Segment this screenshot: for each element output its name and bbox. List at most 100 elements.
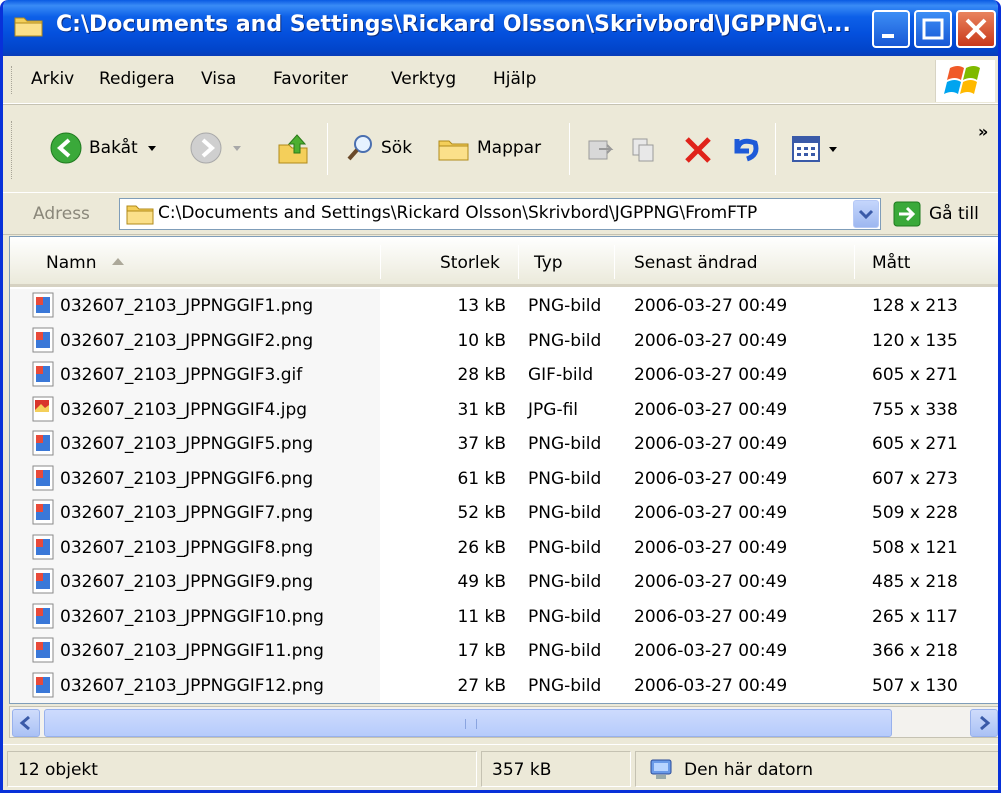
- chevron-left-icon: [19, 715, 30, 731]
- file-size: 61 kB: [457, 468, 506, 489]
- back-label: Bakåt: [89, 138, 138, 158]
- file-type: PNG-bild: [528, 606, 602, 627]
- forward-arrow-icon: [190, 132, 222, 164]
- table-row[interactable]: 032607_2103_JPPNGGIF8.png 26 kB PNG-bild 20…: [10, 531, 998, 565]
- png-file-icon: [32, 465, 54, 491]
- column-header-name[interactable]: Namn: [46, 253, 125, 273]
- address-dropdown-button[interactable]: [853, 200, 879, 228]
- title-bar[interactable]: C:\Documents and Settings\Rickard Olsson…: [3, 0, 998, 56]
- explorer-window: C:\Documents and Settings\Rickard Olsson…: [0, 0, 1001, 793]
- column-header-modified[interactable]: Senast ändrad: [634, 253, 758, 273]
- scroll-thumb[interactable]: [44, 709, 892, 737]
- forward-dropdown-icon[interactable]: [229, 140, 245, 156]
- file-name: 032607_2103_JPPNGGIF6.png: [60, 468, 314, 489]
- table-row[interactable]: 032607_2103_JPPNGGIF12.png 27 kB PNG-bild 2…: [10, 669, 998, 703]
- back-button[interactable]: Bakåt: [49, 131, 160, 165]
- table-row[interactable]: 032607_2103_JPPNGGIF1.png 13 kB PNG-bild 20…: [10, 289, 998, 323]
- file-name: 032607_2103_JPPNGGIF7.png: [60, 503, 314, 523]
- file-dimensions: 507 x 130: [872, 675, 958, 696]
- table-row[interactable]: 032607_2103_JPPNGGIF10.png 11 kB PNG-bild 2…: [10, 600, 998, 634]
- gif-file-icon: [32, 361, 54, 387]
- column-divider[interactable]: [854, 245, 855, 279]
- file-type: PNG-bild: [528, 537, 602, 558]
- file-modified: 2006-03-27 00:49: [634, 399, 788, 420]
- column-header-row: Namn Storlek Typ Senast ändrad Mått: [10, 237, 998, 287]
- table-row[interactable]: 032607_2103_JPPNGGIF11.png 17 kB PNG-bild 2…: [10, 634, 998, 668]
- folders-icon: [438, 140, 469, 161]
- png-file-icon: [32, 672, 54, 698]
- file-modified: 2006-03-27 00:49: [634, 468, 788, 489]
- file-dimensions: 366 x 218: [872, 641, 958, 661]
- folders-label: Mappar: [477, 138, 542, 158]
- address-path: C:\Documents and Settings\Rickard Olsson…: [158, 203, 758, 223]
- png-file-icon: [32, 430, 54, 456]
- menu-grip: [11, 66, 14, 94]
- scroll-right-button[interactable]: [970, 709, 998, 737]
- menu-hjalp[interactable]: Hjälp: [493, 69, 536, 89]
- table-row[interactable]: 032607_2103_JPPNGGIF5.png 37 kB PNG-bild 20…: [10, 427, 998, 461]
- toolbar-overflow-icon[interactable]: »: [978, 122, 988, 141]
- file-type: PNG-bild: [528, 330, 602, 351]
- horizontal-scrollbar[interactable]: [9, 706, 998, 738]
- views-dropdown-icon: [829, 147, 837, 152]
- menu-verktyg[interactable]: Verktyg: [391, 69, 456, 89]
- png-file-icon: [32, 637, 54, 663]
- file-modified: 2006-03-27 00:49: [634, 365, 788, 385]
- toolbar-separator: [569, 123, 570, 175]
- minimize-button[interactable]: [872, 10, 910, 48]
- file-size: 17 kB: [457, 641, 506, 661]
- table-row[interactable]: 032607_2103_JPPNGGIF7.png 52 kB PNG-bild 20…: [10, 496, 998, 530]
- column-divider[interactable]: [614, 245, 615, 279]
- search-button[interactable]: Sök: [345, 133, 412, 163]
- views-button[interactable]: [791, 135, 839, 163]
- column-header-type[interactable]: Typ: [534, 253, 563, 273]
- file-modified: 2006-03-27 00:49: [634, 434, 788, 454]
- png-file-icon: [32, 292, 54, 318]
- maximize-button[interactable]: [914, 10, 952, 48]
- file-size: 10 kB: [457, 330, 506, 351]
- menu-favoriter[interactable]: Favoriter: [273, 69, 348, 89]
- toolbar-separator: [327, 123, 328, 175]
- column-header-dimensions[interactable]: Mått: [872, 253, 910, 273]
- table-row[interactable]: 032607_2103_JPPNGGIF4.jpg 31 kB JPG-fil 200…: [10, 393, 998, 427]
- file-type: PNG-bild: [528, 572, 602, 592]
- go-button[interactable]: Gå till: [893, 201, 979, 227]
- views-icon: [792, 136, 820, 162]
- file-name: 032607_2103_JPPNGGIF3.gif: [60, 365, 303, 385]
- file-type: PNG-bild: [528, 675, 602, 696]
- close-button[interactable]: [956, 10, 996, 48]
- column-header-size[interactable]: Storlek: [440, 253, 500, 273]
- file-name: 032607_2103_JPPNGGIF2.png: [60, 330, 314, 351]
- window-title: C:\Documents and Settings\Rickard Olsson…: [56, 12, 851, 37]
- menu-redigera[interactable]: Redigera: [99, 69, 175, 89]
- table-row[interactable]: 032607_2103_JPPNGGIF9.png 49 kB PNG-bild 20…: [10, 565, 998, 599]
- copy-to-icon[interactable]: [629, 135, 659, 165]
- png-file-icon: [32, 603, 54, 629]
- file-type: JPG-fil: [528, 399, 579, 420]
- file-dimensions: 605 x 271: [872, 434, 958, 454]
- delete-icon[interactable]: [681, 133, 715, 167]
- undo-icon[interactable]: [727, 131, 763, 167]
- menu-arkiv[interactable]: Arkiv: [31, 69, 74, 89]
- menu-visa[interactable]: Visa: [201, 69, 236, 89]
- scroll-left-button[interactable]: [12, 709, 40, 737]
- address-field[interactable]: C:\Documents and Settings\Rickard Olsson…: [119, 198, 881, 230]
- file-dimensions: 607 x 273: [872, 468, 958, 489]
- forward-button[interactable]: [189, 131, 245, 165]
- column-divider[interactable]: [518, 245, 519, 279]
- address-label: Adress: [33, 204, 90, 224]
- file-type: PNG-bild: [528, 641, 602, 661]
- folders-button[interactable]: Mappar: [437, 133, 541, 163]
- status-total-size: 357 kB: [481, 751, 631, 787]
- table-row[interactable]: 032607_2103_JPPNGGIF2.png 10 kB PNG-bild 20…: [10, 324, 998, 358]
- up-folder-icon[interactable]: [275, 131, 311, 167]
- table-row[interactable]: 032607_2103_JPPNGGIF6.png 61 kB PNG-bild 20…: [10, 462, 998, 496]
- move-to-icon[interactable]: [585, 135, 615, 165]
- column-divider[interactable]: [380, 245, 381, 279]
- status-zone: Den här datorn: [635, 751, 998, 787]
- file-size: 49 kB: [457, 572, 506, 592]
- table-row[interactable]: 032607_2103_JPPNGGIF3.gif 28 kB GIF-bild 20…: [10, 358, 998, 392]
- computer-icon: [650, 759, 672, 779]
- back-dropdown-icon[interactable]: [144, 140, 160, 156]
- file-name: 032607_2103_JPPNGGIF9.png: [60, 572, 314, 592]
